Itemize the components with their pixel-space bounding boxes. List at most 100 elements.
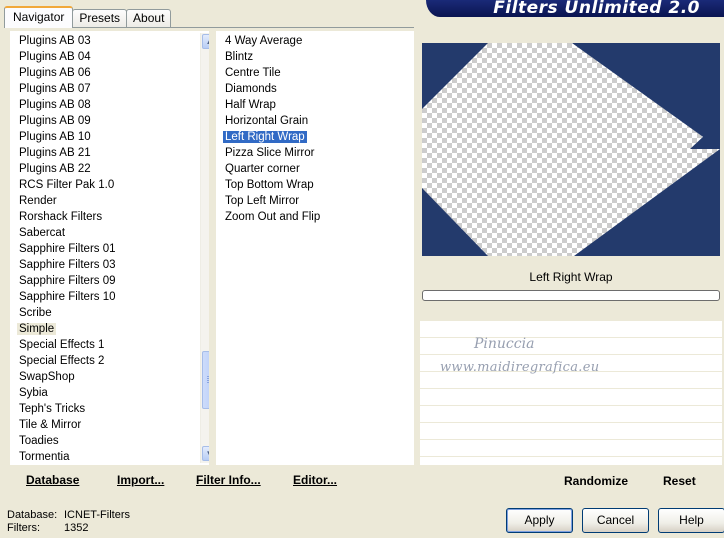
category-item-label: Toadies (19, 435, 59, 447)
status-info: Database: ICNET-Filters Filters: 1352 (7, 509, 130, 535)
parameter-row (420, 338, 722, 355)
category-item[interactable]: Special Effects 1 (19, 337, 209, 353)
category-item-label: Simple (17, 323, 57, 335)
category-item[interactable]: Toadies (19, 433, 209, 449)
category-items: Plugins AB 03 Plugins AB 04 Plugins AB 06 P… (10, 31, 209, 465)
category-scrollbar[interactable]: ▲ ▼ (200, 33, 209, 463)
cancel-button[interactable]: Cancel (582, 508, 649, 533)
filter-item-label: Blintz (225, 51, 254, 63)
category-item[interactable]: Plugins AB 22 (19, 161, 209, 177)
reset-button[interactable]: Reset (663, 474, 696, 488)
category-item-label: Sybia (19, 387, 48, 399)
tab-navigator[interactable]: Navigator (4, 6, 74, 28)
category-item[interactable]: Special Effects 2 (19, 353, 209, 369)
filter-item-label: Pizza Slice Mirror (225, 147, 315, 159)
filter-item-label: 4 Way Average (225, 35, 303, 47)
category-item[interactable]: Rorshack Filters (19, 209, 209, 225)
category-item-label: Tormentia (19, 451, 70, 463)
filter-item-label: Quarter corner (225, 163, 300, 175)
apply-button[interactable]: Apply (506, 508, 573, 533)
watermark-url: www.maidiregrafica.eu (440, 360, 600, 375)
parameter-row (420, 406, 722, 423)
category-item-label: Plugins AB 04 (19, 51, 91, 63)
filter-list[interactable]: 4 Way Average Blintz Centre Tile Diamonds Ha… (216, 31, 414, 465)
category-item[interactable]: RCS Filter Pak 1.0 (19, 177, 209, 193)
category-item-label: Sapphire Filters 10 (19, 291, 116, 303)
category-item[interactable]: Sapphire Filters 03 (19, 257, 209, 273)
category-item-label: Teph's Tricks (19, 403, 86, 415)
category-item-label: Sabercat (19, 227, 66, 239)
category-item[interactable]: SwapShop (19, 369, 209, 385)
category-item[interactable]: Render (19, 193, 209, 209)
category-item-label: Plugins AB 10 (19, 131, 91, 143)
filter-item-label: Half Wrap (225, 99, 276, 111)
category-item[interactable]: Plugins AB 06 (19, 65, 209, 81)
category-item[interactable]: Plugins AB 07 (19, 81, 209, 97)
category-item[interactable]: Plugins AB 03 (19, 33, 209, 49)
filter-item[interactable]: Half Wrap (225, 97, 414, 113)
category-item[interactable]: Plugins AB 04 (19, 49, 209, 65)
scroll-up-button[interactable]: ▲ (202, 34, 209, 49)
filter-item[interactable]: Zoom Out and Flip (225, 209, 414, 225)
scroll-thumb[interactable] (202, 351, 209, 409)
filter-item-label: Zoom Out and Flip (225, 211, 321, 223)
database-button[interactable]: Database (26, 473, 79, 487)
filter-item-label: Top Left Mirror (225, 195, 300, 207)
current-filter-name: Left Right Wrap (529, 270, 613, 284)
filter-item-label: Top Bottom Wrap (225, 179, 314, 191)
category-item[interactable]: Sapphire Filters 10 (19, 289, 209, 305)
category-item-label: Sapphire Filters 09 (19, 275, 116, 287)
watermark-name: Pinuccia (474, 336, 535, 352)
preview-shape-top-right (572, 43, 720, 149)
category-item[interactable]: Tile & Mirror (19, 417, 209, 433)
category-item[interactable]: Simple (17, 321, 209, 337)
category-item[interactable]: Sapphire Filters 09 (19, 273, 209, 289)
category-item-label: Sapphire Filters 03 (19, 259, 116, 271)
category-item[interactable]: Tormentia (19, 449, 209, 465)
category-item-label: Plugins AB 03 (19, 35, 91, 47)
filter-item[interactable]: 4 Way Average (225, 33, 414, 49)
filter-item[interactable]: Diamonds (225, 81, 414, 97)
filter-item[interactable]: Left Right Wrap (223, 129, 414, 145)
filter-item[interactable]: Quarter corner (225, 161, 414, 177)
preview-shape-top-left (422, 43, 488, 109)
category-item-label: Scribe (19, 307, 52, 319)
navigator-toolbar: Database Import... Filter Info... Editor… (10, 467, 415, 493)
filter-item[interactable]: Pizza Slice Mirror (225, 145, 414, 161)
tab-bar: Navigator Presets About (4, 6, 172, 28)
filter-item[interactable]: Top Bottom Wrap (225, 177, 414, 193)
category-item[interactable]: Sapphire Filters 01 (19, 241, 209, 257)
tab-about[interactable]: About (126, 9, 172, 28)
category-item[interactable]: Sybia (19, 385, 209, 401)
scroll-down-button[interactable]: ▼ (202, 446, 209, 461)
category-item[interactable]: Plugins AB 08 (19, 97, 209, 113)
filter-info-button[interactable]: Filter Info... (196, 473, 261, 487)
category-item[interactable]: Plugins AB 10 (19, 129, 209, 145)
filters-count-label: Filters: (7, 522, 40, 534)
grip-icon (207, 376, 209, 384)
filter-item[interactable]: Centre Tile (225, 65, 414, 81)
editor-button[interactable]: Editor... (293, 473, 337, 487)
category-item[interactable]: Plugins AB 21 (19, 145, 209, 161)
filters-count-value: 1352 (64, 522, 89, 534)
help-button[interactable]: Help (658, 508, 724, 533)
filter-item[interactable]: Blintz (225, 49, 414, 65)
category-item-label: Plugins AB 22 (19, 163, 91, 175)
category-list[interactable]: Plugins AB 03 Plugins AB 04 Plugins AB 06 P… (10, 31, 209, 465)
tab-presets[interactable]: Presets (72, 9, 128, 28)
category-item-label: RCS Filter Pak 1.0 (19, 179, 115, 191)
filter-item-label: Centre Tile (225, 67, 281, 79)
category-item[interactable]: Scribe (19, 305, 209, 321)
category-item[interactable]: Teph's Tricks (19, 401, 209, 417)
filter-item[interactable]: Horizontal Grain (225, 113, 414, 129)
filter-item[interactable]: Top Left Mirror (225, 193, 414, 209)
category-item[interactable]: Plugins AB 09 (19, 113, 209, 129)
filter-items: 4 Way Average Blintz Centre Tile Diamonds Ha… (216, 31, 414, 225)
preview-shape-bottom-left (422, 188, 488, 256)
filter-preview (422, 43, 720, 256)
parameter-row (420, 321, 722, 338)
filter-item-label: Horizontal Grain (225, 115, 309, 127)
randomize-button[interactable]: Randomize (564, 474, 628, 488)
import-button[interactable]: Import... (117, 473, 164, 487)
category-item[interactable]: Sabercat (19, 225, 209, 241)
